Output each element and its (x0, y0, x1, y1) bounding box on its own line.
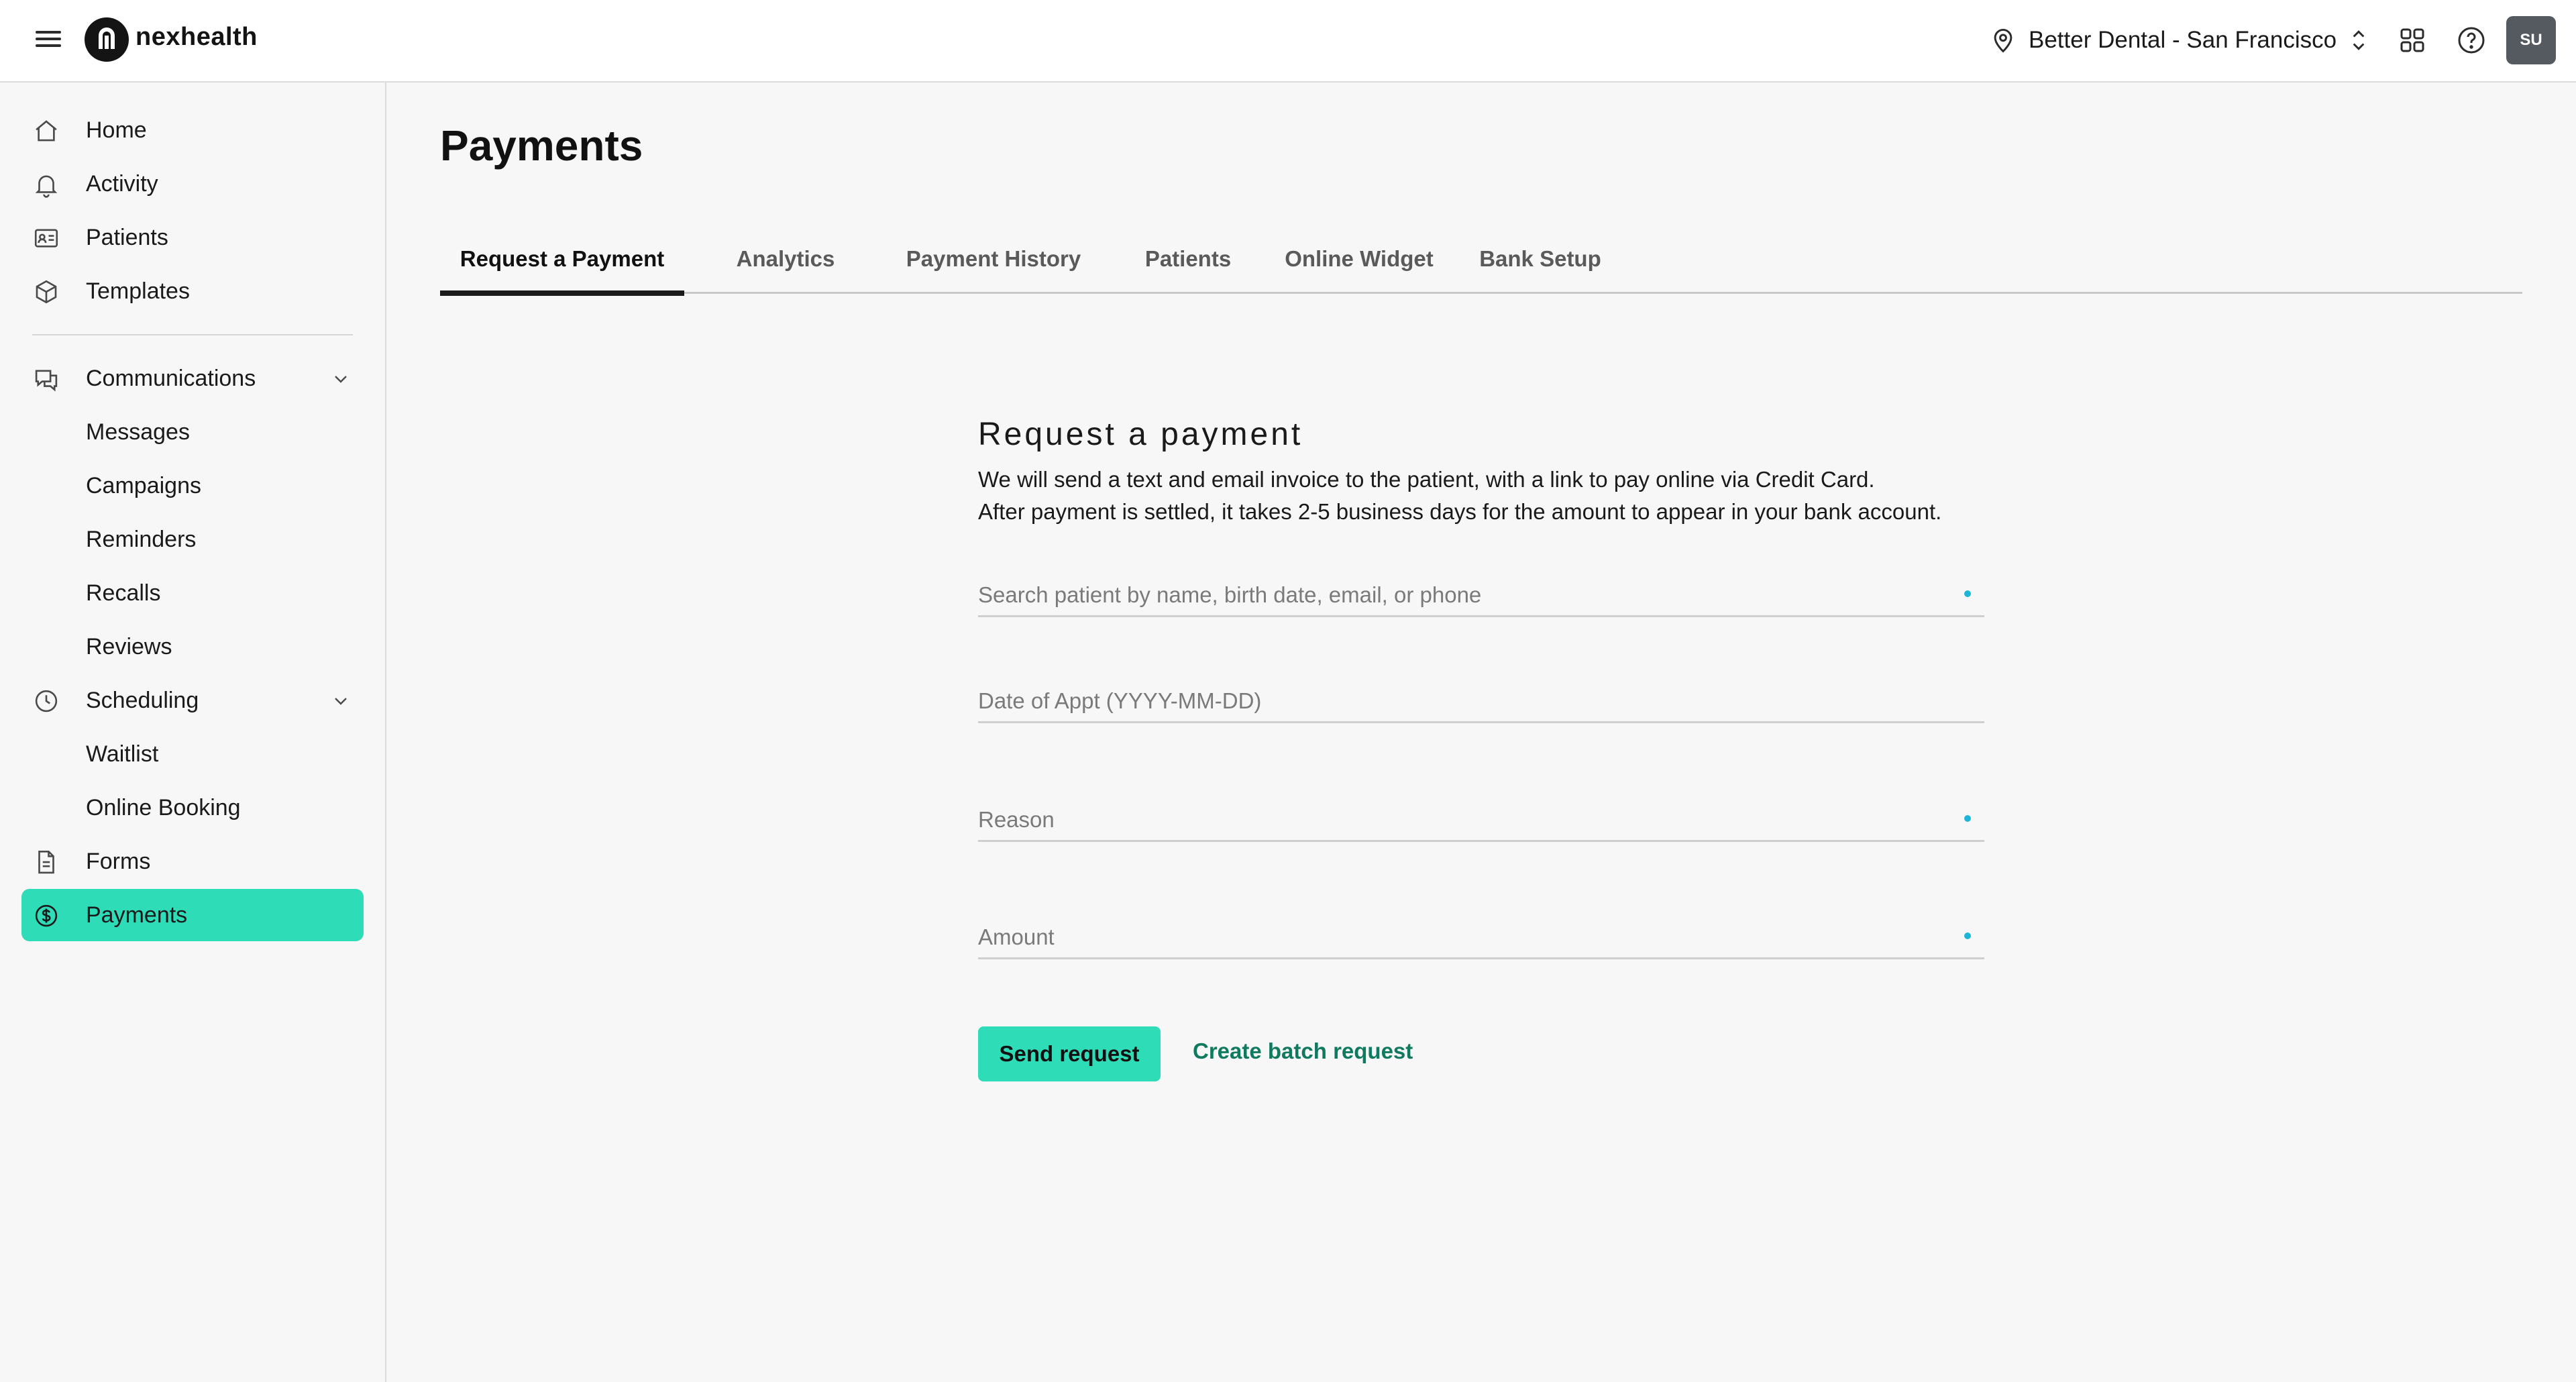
sidebar-item-forms[interactable]: Forms (21, 835, 364, 888)
sidebar-item-label: Campaigns (86, 472, 201, 498)
required-indicator (1964, 815, 1971, 822)
appointment-date-input[interactable] (978, 683, 1944, 719)
form-description-line: We will send a text and email invoice to… (978, 467, 1875, 492)
sidebar-item-messages[interactable]: Messages (21, 406, 364, 458)
create-batch-request-link[interactable]: Create batch request (1193, 1039, 1413, 1064)
user-avatar[interactable]: SU (2506, 16, 2556, 64)
id-card-icon (32, 224, 60, 252)
clock-icon (32, 687, 60, 715)
sidebar-item-label: Home (86, 117, 147, 143)
location-label: Better Dental - San Francisco (2029, 27, 2337, 53)
amount-field[interactable] (978, 912, 1984, 959)
tab-patients[interactable]: Patients (1124, 224, 1252, 294)
sidebar-item-recalls[interactable]: Recalls (21, 567, 364, 619)
cube-icon (32, 278, 60, 306)
sidebar-item-scheduling[interactable]: Scheduling (21, 674, 364, 727)
menu-icon[interactable] (34, 27, 63, 54)
sidebar-divider (32, 334, 353, 335)
sidebar-item-payments[interactable]: Payments (21, 889, 364, 941)
sidebar-item-communications[interactable]: Communications (21, 352, 364, 405)
document-icon (32, 848, 60, 876)
sidebar-item-label: Templates (86, 278, 190, 304)
sidebar-item-label: Payments (86, 902, 188, 928)
reason-input[interactable] (978, 802, 1944, 838)
top-bar: nexhealth Better Dental - San Francisco … (0, 0, 2576, 83)
bell-icon (32, 170, 60, 199)
brand-name: nexhealth (136, 23, 258, 51)
request-payment-form: Request a payment We will send a text an… (978, 416, 1984, 528)
required-indicator (1964, 933, 1971, 939)
page-title: Payments (440, 121, 643, 170)
sidebar-item-reminders[interactable]: Reminders (21, 513, 364, 566)
apps-grid-icon[interactable] (2396, 24, 2428, 56)
send-request-button[interactable]: Send request (978, 1026, 1161, 1081)
sidebar: Home Activity Patients Templates Communi… (0, 83, 386, 1382)
sidebar-item-label: Activity (86, 170, 158, 197)
tab-payment-history[interactable]: Payment History (883, 224, 1104, 294)
sidebar-item-label: Reminders (86, 526, 197, 552)
sidebar-item-label: Messages (86, 419, 190, 445)
dollar-icon (32, 902, 60, 930)
reason-field[interactable] (978, 795, 1984, 842)
form-heading: Request a payment (978, 417, 1303, 452)
sidebar-item-campaigns[interactable]: Campaigns (21, 460, 364, 512)
patient-search-field[interactable] (978, 570, 1984, 617)
home-icon (32, 117, 60, 145)
chat-icon (32, 365, 60, 393)
tab-bar: Request a Payment Analytics Payment Hist… (440, 224, 2522, 296)
location-pin-icon (1994, 28, 2012, 53)
sidebar-item-label: Recalls (86, 580, 161, 606)
amount-input[interactable] (978, 919, 1944, 955)
sidebar-item-label: Scheduling (86, 687, 199, 713)
sidebar-item-waitlist[interactable]: Waitlist (21, 728, 364, 780)
sidebar-item-label: Patients (86, 224, 168, 250)
chevron-up-down-icon (2353, 30, 2365, 50)
patient-search-input[interactable] (978, 577, 1944, 613)
appointment-date-field[interactable] (978, 676, 1984, 723)
sidebar-item-home[interactable]: Home (21, 104, 364, 156)
help-icon[interactable] (2455, 24, 2487, 56)
tab-bank-setup[interactable]: Bank Setup (1466, 224, 1614, 294)
sidebar-item-label: Communications (86, 365, 256, 391)
sidebar-item-label: Reviews (86, 633, 172, 659)
tab-request-a-payment[interactable]: Request a Payment (440, 224, 684, 296)
sidebar-item-patients[interactable]: Patients (21, 211, 364, 264)
sidebar-item-online-booking[interactable]: Online Booking (21, 782, 364, 834)
tab-analytics[interactable]: Analytics (708, 224, 863, 294)
sidebar-item-reviews[interactable]: Reviews (21, 621, 364, 673)
form-description-line: After payment is settled, it takes 2-5 b… (978, 499, 1942, 524)
sidebar-item-templates[interactable]: Templates (21, 265, 364, 317)
sidebar-item-label: Waitlist (86, 741, 159, 767)
sidebar-item-label: Forms (86, 848, 151, 874)
location-selector[interactable]: Better Dental - San Francisco (1988, 20, 2369, 60)
sidebar-item-label: Online Booking (86, 794, 241, 820)
sidebar-item-activity[interactable]: Activity (21, 158, 364, 210)
nexhealth-logo-icon (85, 17, 129, 62)
chevron-down-icon (335, 698, 347, 705)
chevron-down-icon (335, 376, 347, 383)
tab-online-widget[interactable]: Online Widget (1272, 224, 1446, 294)
required-indicator (1964, 590, 1971, 597)
form-description: We will send a text and email invoice to… (978, 464, 1984, 528)
